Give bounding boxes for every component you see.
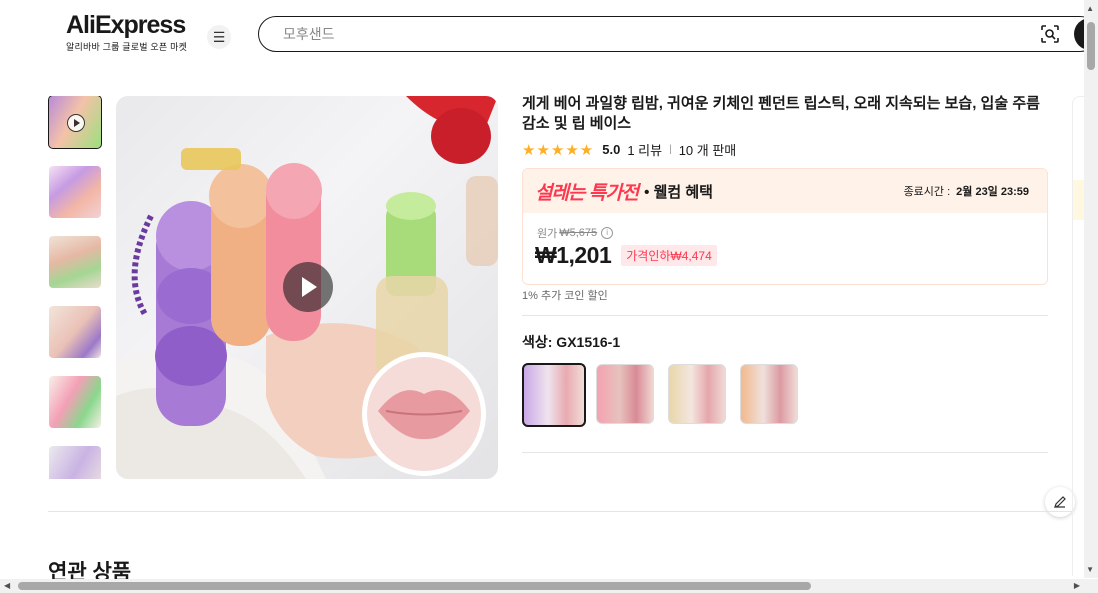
logo-subtitle: 알리바바 그룹 글로벌 오픈 마켓 [66, 42, 188, 52]
sold-count: 10 개 판매 [678, 143, 737, 158]
current-price-row: ₩1,201 가격인하₩4,474 [535, 242, 717, 269]
horizontal-scrollbar[interactable]: ◀ ▶ [0, 579, 1098, 593]
countdown-value: 2월 23일 23:59 [956, 186, 1029, 198]
vertical-scroll-thumb[interactable] [1087, 22, 1095, 70]
current-price: ₩1,201 [535, 242, 612, 268]
scroll-right-arrow-icon[interactable]: ▶ [1074, 581, 1080, 590]
scroll-left-arrow-icon[interactable]: ◀ [4, 581, 10, 590]
rating-row: ★★★★★ 5.0 1 리뷰 | 10 개 판매 [522, 140, 736, 159]
scroll-down-arrow-icon[interactable]: ▼ [1086, 565, 1094, 574]
search-placeholder: 모후샌드 [283, 26, 335, 42]
thumbnail-image[interactable] [49, 446, 101, 479]
promo-subtitle: • 웰컴 혜택 [644, 183, 713, 201]
edit-icon[interactable] [1045, 487, 1075, 517]
coin-discount-text: 1% 추가 코인 할인 [522, 290, 608, 302]
thumbnail-image[interactable] [49, 236, 101, 288]
pencil-icon [1054, 496, 1066, 508]
thumbnail-image[interactable] [49, 166, 101, 218]
thumbnail-video[interactable] [48, 96, 102, 149]
section-divider [48, 511, 1072, 512]
product-title: 게게 베어 과일향 립밤, 귀여운 키체인 펜던트 립스틱, 오래 지속되는 보… [522, 95, 1040, 132]
star-rating-icon: ★★★★★ [522, 141, 595, 159]
review-count-link[interactable]: 1 리뷰 [627, 140, 662, 159]
divider [522, 452, 1048, 453]
countdown: 종료시간 : 2월 23일 23:59 [904, 183, 1029, 199]
info-icon[interactable]: i [601, 227, 614, 239]
thumbnail-image[interactable] [49, 306, 101, 358]
variant-swatch[interactable] [740, 364, 798, 424]
variant-swatch[interactable] [596, 364, 654, 424]
separator: | [669, 144, 672, 155]
aliexpress-logo[interactable]: AliExpress 알리바바 그룹 글로벌 오픈 마켓 [66, 12, 187, 53]
logo-text: AliExpress [66, 11, 186, 39]
scroll-up-arrow-icon[interactable]: ▲ [1086, 4, 1094, 13]
original-price-row: 원가 ₩5,675 i [537, 225, 614, 241]
side-panel-accent [1073, 180, 1084, 220]
variant-swatch[interactable] [522, 363, 586, 427]
price-box: 설레는 특가전 • 웰컴 혜택 종료시간 : 2월 23일 23:59 원가 ₩5… [522, 168, 1048, 285]
main-product-image[interactable] [116, 96, 498, 479]
discount-badge: 가격인하₩4,474 [621, 245, 717, 266]
original-price-label: 원가 [537, 228, 558, 240]
rating-value: 5.0 [602, 142, 621, 157]
image-search-icon[interactable] [1040, 24, 1060, 44]
search-input[interactable]: 모후샌드 [258, 16, 1098, 52]
variant-swatch[interactable] [668, 364, 726, 424]
divider [522, 315, 1048, 316]
thumbnail-image[interactable] [49, 376, 101, 428]
promo-banner: 설레는 특가전 • 웰컴 혜택 종료시간 : 2월 23일 23:59 [523, 169, 1047, 213]
horizontal-scroll-thumb[interactable] [18, 582, 811, 590]
promo-title: 설레는 특가전 [535, 182, 639, 204]
countdown-label: 종료시간 : [903, 186, 951, 198]
side-panel [1072, 96, 1084, 576]
play-icon [67, 114, 85, 132]
variant-swatches[interactable] [522, 363, 812, 427]
original-price: ₩5,675 [559, 227, 598, 239]
thumbnail-list[interactable] [48, 96, 102, 479]
video-play-button[interactable] [283, 262, 333, 312]
menu-icon[interactable]: ☰ [207, 25, 231, 49]
vertical-scrollbar[interactable]: ▲ ▼ [1084, 0, 1098, 578]
variant-label: 색상: GX1516-1 [522, 334, 621, 350]
